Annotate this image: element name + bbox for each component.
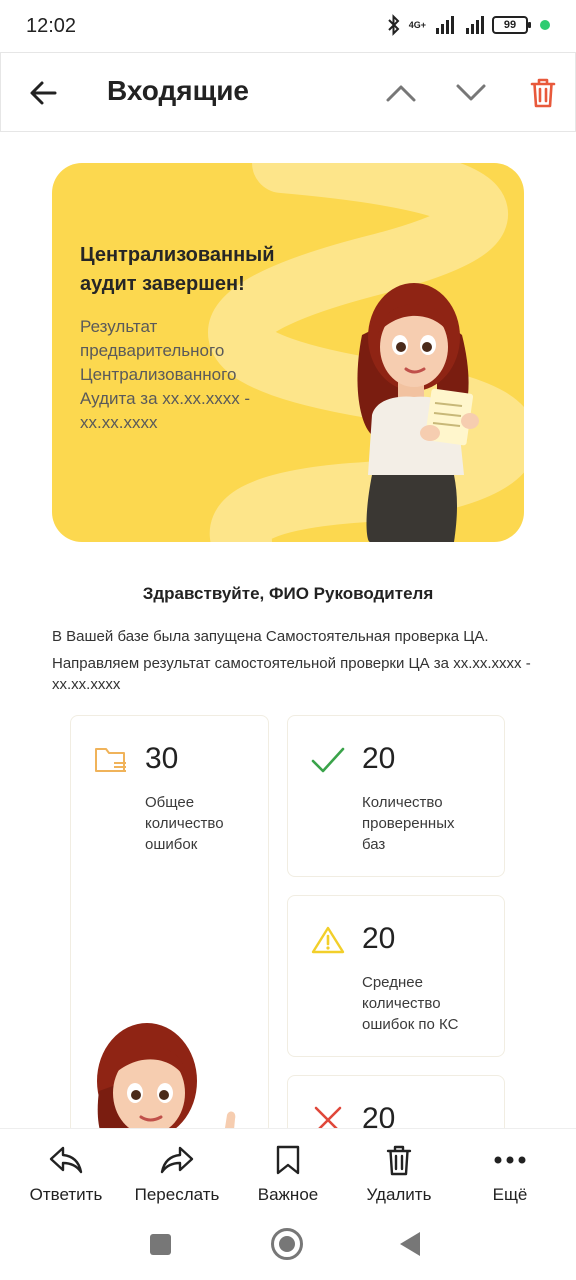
chevron-down-icon (456, 84, 486, 101)
home-button[interactable] (271, 1228, 303, 1260)
delete-button[interactable] (523, 73, 563, 113)
check-icon (310, 742, 346, 778)
message-action-bar: Ответить Переслать Важное Удалить Ещё (0, 1128, 576, 1212)
signal-icon (436, 16, 454, 34)
trash-icon (382, 1143, 416, 1177)
previous-message-button[interactable] (381, 73, 421, 113)
status-bar: 12:02 4G+ 99 (0, 0, 576, 52)
important-label: Важное (257, 1185, 319, 1204)
stat-card-average-errors: 20 Среднее количество ошибок по КС (287, 895, 505, 1057)
bluetooth-icon (388, 14, 400, 36)
reply-icon (49, 1143, 83, 1177)
back-button[interactable] (23, 73, 63, 113)
intro-line-2: Направляем результат самостоятельной про… (52, 655, 531, 693)
reply-button[interactable]: Ответить (14, 1129, 118, 1212)
delete-action-button[interactable]: Удалить (347, 1129, 451, 1212)
more-label: Ещё (492, 1185, 528, 1204)
more-icon (493, 1143, 527, 1177)
signal-icon-2 (466, 16, 484, 34)
active-dot-icon (540, 20, 550, 30)
folder-icon (93, 742, 129, 778)
battery-level: 99 (503, 19, 517, 31)
status-icons: 4G+ 99 (387, 14, 550, 36)
intro-text: В Вашей базе была запущена Самостоятельн… (52, 626, 532, 701)
stat-value: 20 (362, 922, 396, 955)
more-button[interactable]: Ещё (458, 1129, 562, 1212)
warning-icon (310, 922, 346, 958)
stat-card-checked-bases: 20 Количество проверенных баз (287, 715, 505, 877)
network-label: 4G+ (408, 19, 426, 30)
arrow-left-icon (30, 81, 57, 105)
chevron-up-icon (386, 85, 416, 102)
system-back-button[interactable] (400, 1232, 420, 1256)
forward-button[interactable]: Переслать (125, 1129, 229, 1212)
character-illustration-small (97, 1023, 236, 1134)
app-bar: Входящие (0, 52, 576, 132)
status-time: 12:02 (26, 14, 77, 37)
delete-label: Удалить (366, 1185, 432, 1204)
trash-icon (530, 78, 556, 108)
banner-subtitle: Результат предварительного Централизован… (80, 317, 251, 432)
next-message-button[interactable] (451, 73, 491, 113)
banner-title: Централизованный аудит завершен! (80, 244, 275, 295)
audit-banner: Централизованный аудит завершен! Результ… (52, 163, 524, 542)
stat-label: Среднее количество ошибок по КС (362, 974, 459, 1033)
stat-label: Количество проверенных баз (362, 794, 455, 853)
stat-value: 30 (145, 742, 179, 775)
stat-value: 20 (362, 742, 396, 775)
intro-line-1: В Вашей базе была запущена Самостоятельн… (52, 628, 489, 645)
bookmark-icon (271, 1143, 305, 1177)
forward-icon (160, 1143, 194, 1177)
page-title: Входящие (107, 75, 249, 106)
reply-label: Ответить (29, 1185, 103, 1204)
stat-label: Общее количество ошибок (145, 794, 224, 853)
battery-icon: 99 (492, 16, 531, 34)
important-button[interactable]: Важное (236, 1129, 340, 1212)
stat-card-total-errors: 30 Общее количество ошибок (70, 715, 269, 1135)
system-navigation-bar (0, 1212, 576, 1280)
forward-label: Переслать (134, 1185, 220, 1204)
greeting-text: Здравствуйте, ФИО Руководителя (142, 584, 434, 603)
recent-apps-button[interactable] (150, 1234, 171, 1255)
character-illustration (357, 283, 479, 542)
